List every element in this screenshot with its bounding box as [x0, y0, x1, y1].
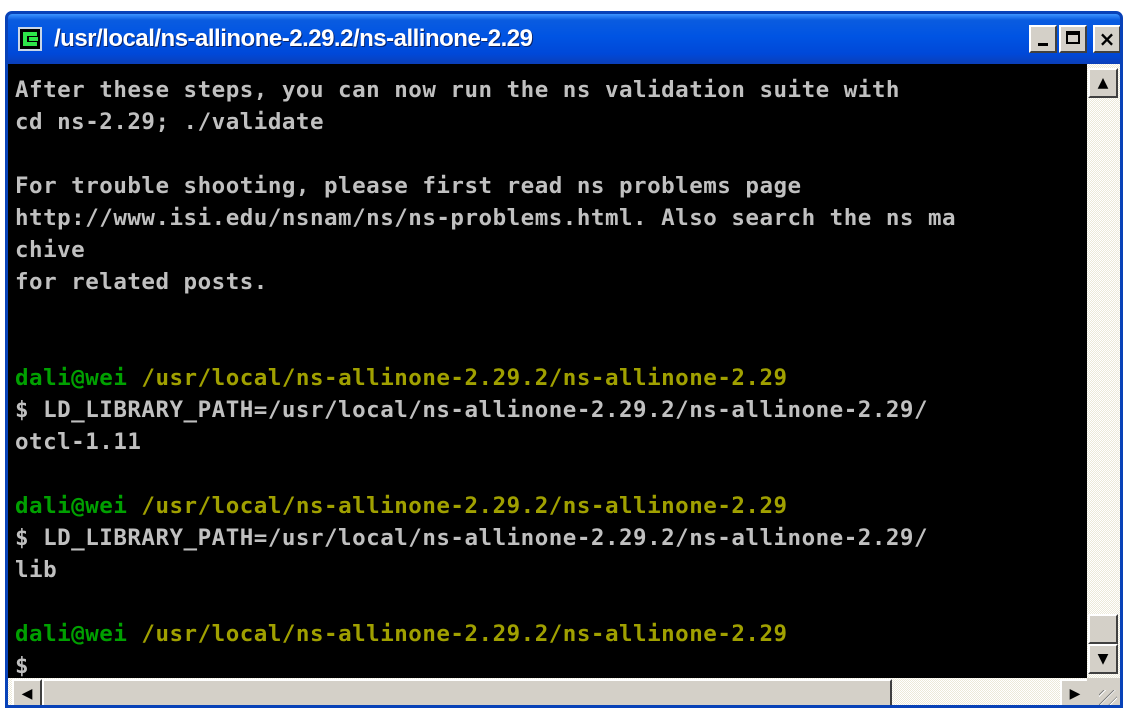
horizontal-scrollbar[interactable]: ◀ ▶: [8, 678, 1090, 705]
minimize-button[interactable]: [1029, 25, 1057, 53]
maximize-icon: [1066, 31, 1080, 44]
close-button[interactable]: ×: [1093, 25, 1120, 53]
terminal-line: for related posts.: [15, 266, 1087, 298]
terminal-output[interactable]: After these steps, you can now run the n…: [8, 64, 1087, 678]
window-title: /usr/local/ns-allinone-2.29.2/ns-allinon…: [54, 25, 533, 52]
terminal-text: $ LD_LIBRARY_PATH=/usr/local/ns-allinone…: [15, 525, 928, 551]
close-icon: ×: [1098, 27, 1116, 51]
terminal-text: lib: [15, 557, 58, 583]
terminal-line: chive: [15, 234, 1087, 266]
maximize-button[interactable]: [1059, 25, 1087, 53]
terminal-text: After these steps, you can now run the n…: [15, 77, 900, 103]
terminal-line: $: [15, 650, 1087, 678]
terminal-line: cd ns-2.29; ./validate: [15, 106, 1087, 138]
terminal-text: for related posts.: [15, 269, 268, 295]
arrow-right-icon[interactable]: ▶: [1060, 679, 1090, 705]
terminal-text: $ LD_LIBRARY_PATH=/usr/local/ns-allinone…: [15, 397, 928, 423]
vertical-scroll-thumb[interactable]: [1088, 614, 1118, 644]
terminal-text: http://www.isi.edu/nsnam/ns/ns-problems.…: [15, 205, 957, 231]
terminal-text: For trouble shooting, please first read …: [15, 173, 802, 199]
terminal-line: dali@wei /usr/local/ns-allinone-2.29.2/n…: [15, 362, 1087, 394]
arrow-down-icon[interactable]: ▼: [1088, 644, 1118, 674]
terminal-line: http://www.isi.edu/nsnam/ns/ns-problems.…: [15, 202, 1087, 234]
prompt-user: dali@wei: [15, 493, 128, 519]
arrow-up-icon[interactable]: ▲: [1088, 68, 1118, 98]
resize-grip-icon[interactable]: [1087, 678, 1120, 705]
terminal-line: $ LD_LIBRARY_PATH=/usr/local/ns-allinone…: [15, 522, 1087, 554]
terminal-text: chive: [15, 237, 86, 263]
vertical-scrollbar[interactable]: ▲ ▼: [1087, 64, 1120, 678]
terminal-line: dali@wei /usr/local/ns-allinone-2.29.2/n…: [15, 618, 1087, 650]
prompt-path: /usr/local/ns-allinone-2.29.2/ns-allinon…: [127, 493, 788, 519]
cygwin-terminal-icon[interactable]: [18, 27, 42, 51]
arrow-left-icon[interactable]: ◀: [12, 679, 42, 705]
terminal-line: For trouble shooting, please first read …: [15, 170, 1087, 202]
minimize-icon: [1038, 43, 1048, 46]
prompt-user: dali@wei: [15, 621, 128, 647]
prompt-user: dali@wei: [15, 365, 128, 391]
title-bar[interactable]: /usr/local/ns-allinone-2.29.2/ns-allinon…: [8, 14, 1120, 64]
terminal-line: otcl-1.11: [15, 426, 1087, 458]
prompt-path: /usr/local/ns-allinone-2.29.2/ns-allinon…: [127, 365, 788, 391]
horizontal-scroll-thumb[interactable]: [42, 679, 892, 705]
terminal-line: After these steps, you can now run the n…: [15, 74, 1087, 106]
terminal-text: otcl-1.11: [15, 429, 142, 455]
terminal-line: lib: [15, 554, 1087, 586]
terminal-window: /usr/local/ns-allinone-2.29.2/ns-allinon…: [5, 11, 1123, 708]
terminal-text: $: [15, 653, 30, 678]
terminal-text: cd ns-2.29; ./validate: [15, 109, 325, 135]
terminal-line: dali@wei /usr/local/ns-allinone-2.29.2/n…: [15, 490, 1087, 522]
prompt-path: /usr/local/ns-allinone-2.29.2/ns-allinon…: [127, 621, 788, 647]
terminal-line: $ LD_LIBRARY_PATH=/usr/local/ns-allinone…: [15, 394, 1087, 426]
